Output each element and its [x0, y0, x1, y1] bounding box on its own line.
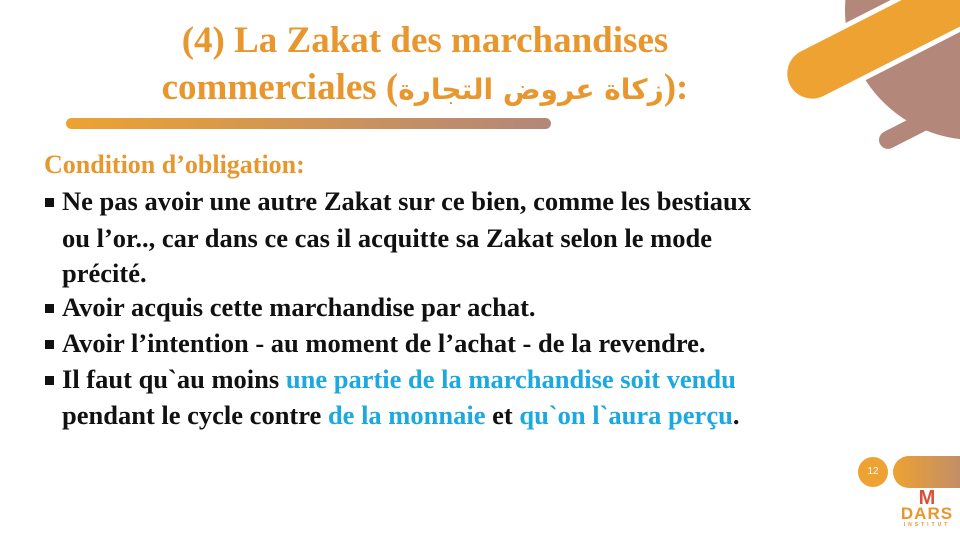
slide-title-line2: commerciales (زكاة عروض التجارة): [0, 67, 850, 111]
title-underline [66, 118, 551, 129]
title-text: commerciales ( [161, 67, 399, 108]
title-text-end: ): [663, 67, 689, 108]
bullet-icon [45, 304, 54, 313]
slide: (4) La Zakat des marchandises commercial… [0, 0, 960, 540]
text: et [485, 400, 520, 430]
bullet-icon [45, 376, 54, 385]
page-number: 12 [858, 457, 888, 487]
bullet-3: Avoir l’intention - au moment de l’achat… [62, 328, 706, 358]
bullet-4-line-2: pendant le cycle contre de la monnaie et… [62, 400, 739, 431]
title-arabic: زكاة عروض التجارة [398, 73, 664, 106]
slide-title-line1: (4) La Zakat des marchandises [181, 20, 669, 61]
highlight-text: une partie de la marchandise soit vendu [285, 364, 736, 394]
text: pendant le cycle contre [62, 400, 328, 430]
logo-subtext: INSTITUT [903, 522, 951, 528]
bullet-1-line-2: ou l’or.., car dans ce cas il acquitte s… [62, 223, 712, 253]
bullet-4-line-1: Il faut qu`au moins une partie de la mar… [62, 364, 736, 395]
highlight-text: qu`on l`aura perçu [519, 400, 733, 430]
highlight-text: de la monnaie [327, 400, 486, 430]
bullet-icon [45, 198, 54, 207]
dars-logo: M DARS INSTITUT [900, 488, 954, 538]
bullet-2: Avoir acquis cette marchandise par achat… [62, 292, 536, 322]
text: Il faut qu`au moins [62, 364, 286, 394]
logo-text: DARS [900, 504, 954, 523]
condition-heading: Condition d’obligation: [44, 150, 305, 179]
bullet-1-line-3: précité. [62, 258, 147, 288]
bullet-1-line-1: Ne pas avoir une autre Zakat sur ce bien… [62, 186, 751, 216]
bullet-icon [45, 340, 54, 349]
text: . [732, 400, 740, 430]
page-number-bar [893, 456, 960, 488]
